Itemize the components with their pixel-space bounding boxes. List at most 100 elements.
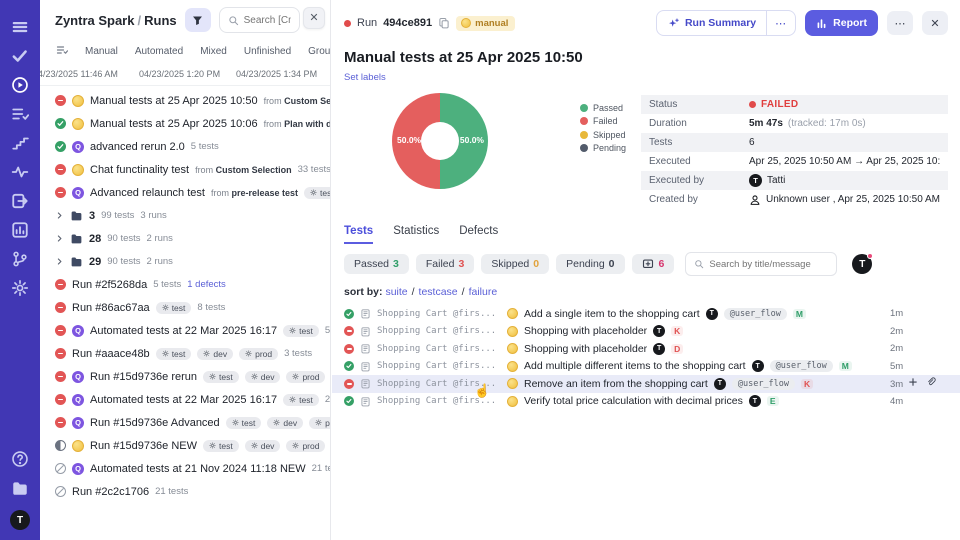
automation-avatar: Q: [72, 463, 84, 475]
run-summary-button[interactable]: Run Summary ⋯: [656, 10, 796, 36]
sidebar-tab-groups[interactable]: Groups: [308, 46, 331, 57]
tab-tests[interactable]: Tests: [344, 225, 373, 244]
test-row[interactable]: Shopping Cart @firs... Shopping with pla…: [332, 323, 960, 341]
run-row[interactable]: Run #2c2c1706 21 tests: [40, 480, 330, 503]
test-title[interactable]: Add multiple different items to the shop…: [524, 360, 746, 372]
select-runs-icon[interactable]: [56, 44, 68, 59]
user-avatar[interactable]: T: [10, 510, 30, 530]
rail-list-check-button[interactable]: [0, 99, 40, 128]
sort-failure-link[interactable]: failure: [469, 286, 498, 298]
sidebar-tab-manual[interactable]: Manual: [85, 46, 118, 57]
set-labels-link[interactable]: Set labels: [332, 66, 398, 83]
rail-branch-button[interactable]: [0, 244, 40, 273]
emoji-avatar: [72, 95, 84, 107]
run-row[interactable]: Run #86ac67aa test 8 tests: [40, 296, 330, 319]
env-chip-prod: prod: [239, 348, 278, 360]
suite-name[interactable]: Shopping Cart @firs...: [377, 361, 501, 371]
test-title[interactable]: Shopping with placeholder: [524, 343, 647, 355]
test-row[interactable]: Shopping Cart @firs... Shopping with pla…: [332, 340, 960, 358]
run-row[interactable]: Run #2f5268da 5 tests 1 defects: [40, 273, 330, 296]
tab-statistics[interactable]: Statistics: [393, 225, 439, 244]
chevron-right-icon[interactable]: [55, 211, 64, 220]
test-title[interactable]: Add a single item to the shopping cart: [524, 308, 700, 320]
sidebar-tab-automated[interactable]: Automated: [135, 46, 183, 57]
folder-row[interactable]: 28 90 tests2 runs: [40, 227, 330, 250]
test-duration: 5m: [890, 361, 948, 372]
stat-row: Executed Apr 25, 2025 10:50 AM → Apr 25,…: [641, 152, 948, 171]
run-row[interactable]: Q Automated tests at 22 Mar 2025 16:17 t…: [40, 388, 330, 411]
filter-pending-button[interactable]: Pending 0: [556, 254, 624, 274]
run-row[interactable]: Q Automated tests at 21 Nov 2024 11:18 N…: [40, 457, 330, 480]
rail-help-button[interactable]: [0, 444, 40, 473]
test-row[interactable]: Shopping Cart @firs... Verify total pric…: [332, 393, 960, 411]
rail-steps-button[interactable]: [0, 128, 40, 157]
run-row[interactable]: Q Advanced relaunch test from pre-releas…: [40, 181, 330, 204]
test-row[interactable]: Shopping Cart @firs... Add multiple diff…: [332, 358, 960, 376]
test-search-input[interactable]: [709, 259, 828, 270]
comments-filter-button[interactable]: 6: [632, 254, 675, 274]
defects-link[interactable]: 1 defects: [187, 279, 226, 290]
suite-name[interactable]: Shopping Cart @firs...: [377, 309, 501, 319]
rail-menu-button[interactable]: [0, 12, 40, 41]
sidebar-search-input[interactable]: [244, 15, 291, 26]
run-row[interactable]: Run #15d9736e NEW testdevprod 5/5 tests: [40, 434, 330, 457]
run-summary-more-button[interactable]: ⋯: [766, 11, 795, 35]
status-passed-icon: [55, 118, 66, 129]
copy-icon[interactable]: [438, 17, 450, 29]
filter-passed-button[interactable]: Passed 3: [344, 254, 409, 274]
test-row[interactable]: Shopping Cart @firs... Add a single item…: [332, 305, 960, 323]
report-button[interactable]: Report: [805, 10, 878, 36]
rail-pulse-button[interactable]: [0, 157, 40, 186]
stat-label: Created by: [649, 194, 749, 205]
rail-sign-in-button[interactable]: [0, 186, 40, 215]
run-row[interactable]: Manual tests at 25 Apr 2025 10:50 from C…: [40, 89, 330, 112]
sidebar-close-button[interactable]: ✕: [303, 7, 325, 29]
project-name[interactable]: Zyntra Spark: [55, 13, 134, 28]
rail-gear-button[interactable]: [0, 273, 40, 302]
tab-defects[interactable]: Defects: [459, 225, 498, 244]
sidebar-search[interactable]: [219, 7, 300, 33]
automation-avatar: Q: [72, 187, 84, 199]
test-title[interactable]: Remove an item from the shopping cart: [524, 378, 708, 390]
close-panel-button[interactable]: ✕: [922, 11, 948, 35]
suite-icon: [360, 326, 371, 337]
filter-skipped-button[interactable]: Skipped 0: [481, 254, 549, 274]
attachment-button[interactable]: [926, 377, 936, 387]
more-options-button[interactable]: ⋯: [887, 11, 913, 35]
test-search[interactable]: [685, 252, 837, 276]
run-row[interactable]: Chat functinality test from Custom Selec…: [40, 158, 330, 181]
sidebar-tab-mixed[interactable]: Mixed: [200, 46, 227, 57]
suite-name[interactable]: Shopping Cart @firs...: [377, 344, 501, 354]
run-row[interactable]: Run #aaace48b testdevprod 3 tests: [40, 342, 330, 365]
test-title[interactable]: Verify total price calculation with deci…: [524, 395, 743, 407]
run-row[interactable]: Q advanced rerun 2.0 5 tests: [40, 135, 330, 158]
sidebar-tab-unfinished[interactable]: Unfinished: [244, 46, 291, 57]
suite-icon: [360, 396, 371, 407]
sort-testcase-link[interactable]: testcase: [419, 286, 458, 298]
rail-check-button[interactable]: [0, 41, 40, 70]
run-row[interactable]: Q Run #15d9736e Advanced testdevprod 4 t…: [40, 411, 330, 434]
sort-suite-link[interactable]: suite: [385, 286, 407, 298]
folder-row[interactable]: 3 99 tests3 runs: [40, 204, 330, 227]
status-passed-icon: [55, 141, 66, 152]
suite-name[interactable]: Shopping Cart @firs...: [377, 326, 501, 336]
chevron-right-icon[interactable]: [55, 234, 64, 243]
run-row[interactable]: Q Run #15d9736e rerun testdevprod 5 test…: [40, 365, 330, 388]
run-row[interactable]: Q Automated tests at 22 Mar 2025 16:17 t…: [40, 319, 330, 342]
rail-folder-button[interactable]: [0, 473, 40, 502]
add-result-button[interactable]: [908, 377, 918, 387]
notification-dot: [867, 253, 873, 259]
folder-row[interactable]: 29 90 tests2 runs: [40, 250, 330, 273]
test-row[interactable]: Shopping Cart @firs... Remove an item fr…: [332, 375, 960, 393]
stat-value: 6: [749, 137, 755, 148]
detail-tabs: Tests Statistics Defects: [332, 209, 960, 244]
filter-failed-button[interactable]: Failed 3: [416, 254, 474, 274]
test-title[interactable]: Shopping with placeholder: [524, 325, 647, 337]
run-row[interactable]: Manual tests at 25 Apr 2025 10:06 from P…: [40, 112, 330, 135]
rail-play-circle-button[interactable]: [0, 70, 40, 99]
chevron-right-icon[interactable]: [55, 257, 64, 266]
rail-report-box-button[interactable]: [0, 215, 40, 244]
assignee-avatar[interactable]: T: [852, 254, 872, 275]
filter-button[interactable]: [185, 8, 211, 32]
automation-avatar: Q: [72, 417, 84, 429]
